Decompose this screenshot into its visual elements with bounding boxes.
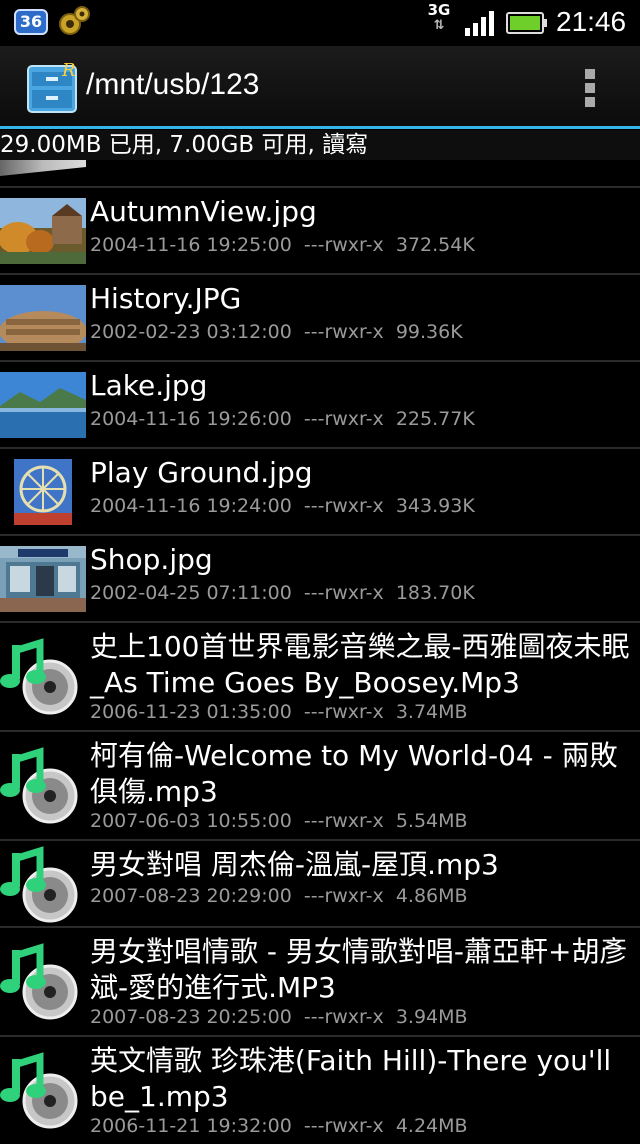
music-file-icon: [0, 638, 78, 715]
list-item[interactable]: 英文情歌 珍珠港(Faith Hill)-There you'll be_1.m…: [0, 1035, 640, 1144]
file-meta: 2002-02-23 03:12:00 ---rwxr-x 99.36K: [90, 321, 463, 343]
file-name: 男女對唱情歌 - 男女情歌對唱-蕭亞軒+胡彥斌-愛的進行式.MP3: [90, 935, 628, 1004]
file-date: 2007-08-23 20:29:00: [90, 885, 292, 907]
file-permissions: ---rwxr-x: [303, 234, 384, 256]
file-date: 2004-11-16 19:26:00: [90, 408, 292, 430]
file-permissions: ---rwxr-x: [303, 321, 384, 343]
file-permissions: ---rwxr-x: [303, 495, 384, 517]
music-file-icon: [0, 747, 78, 824]
network-type-icon: 3G ⇅: [427, 1, 451, 33]
overflow-menu-button[interactable]: [576, 66, 604, 108]
file-size: 183.70K: [395, 582, 475, 604]
file-permissions: ---rwxr-x: [303, 885, 384, 907]
file-date: 2004-11-16 19:25:00: [90, 234, 292, 256]
overflow-dot-icon: [585, 69, 595, 79]
file-size: 225.77K: [395, 408, 475, 430]
image-thumbnail: [0, 285, 86, 351]
file-size: 3.94MB: [395, 1006, 468, 1028]
file-name: 史上100首世界電影音樂之最-西雅圖夜未眠_As Time Goes By_Bo…: [90, 630, 630, 699]
file-size: 5.54MB: [395, 810, 468, 832]
list-item-partial[interactable]: [0, 160, 640, 186]
file-size: 99.36K: [395, 321, 463, 343]
signal-icon: [465, 11, 494, 36]
list-item[interactable]: History.JPG 2002-02-23 03:12:00 ---rwxr-…: [0, 273, 640, 360]
file-size: 372.54K: [395, 234, 475, 256]
file-name: 男女對唱 周杰倫-溫嵐-屋頂.mp3: [90, 848, 499, 881]
music-file-icon: [0, 943, 78, 1020]
file-date: 2006-11-23 01:35:00: [90, 701, 292, 723]
file-size: 4.24MB: [395, 1115, 468, 1137]
file-meta: 2006-11-23 01:35:00 ---rwxr-x 3.74MB: [90, 701, 468, 723]
file-name: 英文情歌 珍珠港(Faith Hill)-There you'll be_1.m…: [90, 1044, 612, 1113]
file-name: AutumnView.jpg: [90, 195, 317, 228]
file-name: Shop.jpg: [90, 543, 213, 576]
list-item[interactable]: Play Ground.jpg 2004-11-16 19:24:00 ---r…: [0, 447, 640, 534]
file-name: History.JPG: [90, 282, 242, 315]
file-manager-app-icon[interactable]: R: [26, 60, 78, 114]
file-permissions: ---rwxr-x: [303, 408, 384, 430]
image-thumbnail: [0, 372, 86, 438]
list-item[interactable]: 男女對唱情歌 - 男女情歌對唱-蕭亞軒+胡彥斌-愛的進行式.MP3 2007-0…: [0, 926, 640, 1035]
action-bar-divider: [0, 126, 640, 129]
svg-text:R: R: [61, 60, 76, 81]
music-file-icon: [0, 1052, 78, 1129]
file-name: Play Ground.jpg: [90, 456, 313, 489]
file-date: 2006-11-21 19:32:00: [90, 1115, 292, 1137]
music-file-icon: [0, 846, 78, 923]
file-size: 3.74MB: [395, 701, 468, 723]
image-thumbnail: [0, 546, 86, 612]
list-item[interactable]: Lake.jpg 2004-11-16 19:26:00 ---rwxr-x 2…: [0, 360, 640, 447]
file-name: Lake.jpg: [90, 369, 208, 402]
overflow-dot-icon: [585, 83, 595, 93]
file-date: 2007-08-23 20:25:00: [90, 1006, 292, 1028]
file-permissions: ---rwxr-x: [303, 1006, 384, 1028]
file-list[interactable]: AutumnView.jpg 2004-11-16 19:25:00 ---rw…: [0, 186, 640, 1144]
image-thumbnail: [0, 198, 86, 264]
file-meta: 2007-06-03 10:55:00 ---rwxr-x 5.54MB: [90, 810, 468, 832]
image-thumbnail: [0, 459, 86, 525]
file-permissions: ---rwxr-x: [303, 582, 384, 604]
file-meta: 2004-11-16 19:25:00 ---rwxr-x 372.54K: [90, 234, 475, 256]
file-date: 2002-04-25 07:11:00: [90, 582, 292, 604]
gear-icon[interactable]: [56, 4, 90, 40]
file-meta: 2007-08-23 20:29:00 ---rwxr-x 4.86MB: [90, 885, 468, 907]
action-bar: R /mnt/usb/123: [0, 46, 640, 126]
battery-icon: [506, 12, 547, 34]
file-permissions: ---rwxr-x: [303, 701, 384, 723]
file-name: 柯有倫-Welcome to My World-04 - 兩敗俱傷.mp3: [90, 739, 618, 808]
status-bar: 36 3G ⇅ 21:46: [0, 0, 640, 46]
storage-info: 29.00MB 已用, 7.00GB 可用, 讀寫: [0, 130, 640, 160]
file-meta: 2007-08-23 20:25:00 ---rwxr-x 3.94MB: [90, 1006, 468, 1028]
list-item[interactable]: Shop.jpg 2002-04-25 07:11:00 ---rwxr-x 1…: [0, 534, 640, 621]
list-item[interactable]: 柯有倫-Welcome to My World-04 - 兩敗俱傷.mp3 20…: [0, 730, 640, 839]
current-path: /mnt/usb/123: [86, 68, 260, 101]
thumbnail: [0, 160, 86, 176]
list-item[interactable]: AutumnView.jpg 2004-11-16 19:25:00 ---rw…: [0, 186, 640, 273]
file-meta: 2004-11-16 19:24:00 ---rwxr-x 343.93K: [90, 495, 475, 517]
file-meta: 2006-11-21 19:32:00 ---rwxr-x 4.24MB: [90, 1115, 468, 1137]
file-size: 4.86MB: [395, 885, 468, 907]
file-date: 2004-11-16 19:24:00: [90, 495, 292, 517]
notification-badge[interactable]: 36: [14, 9, 48, 35]
file-date: 2007-06-03 10:55:00: [90, 810, 292, 832]
file-permissions: ---rwxr-x: [303, 1115, 384, 1137]
file-permissions: ---rwxr-x: [303, 810, 384, 832]
file-meta: 2004-11-16 19:26:00 ---rwxr-x 225.77K: [90, 408, 475, 430]
list-item[interactable]: 男女對唱 周杰倫-溫嵐-屋頂.mp3 2007-08-23 20:29:00 -…: [0, 839, 640, 926]
file-meta: 2002-04-25 07:11:00 ---rwxr-x 183.70K: [90, 582, 475, 604]
list-item[interactable]: 史上100首世界電影音樂之最-西雅圖夜未眠_As Time Goes By_Bo…: [0, 621, 640, 730]
overflow-dot-icon: [585, 97, 595, 107]
clock: 21:46: [556, 6, 627, 37]
file-size: 343.93K: [395, 495, 475, 517]
file-date: 2002-02-23 03:12:00: [90, 321, 292, 343]
